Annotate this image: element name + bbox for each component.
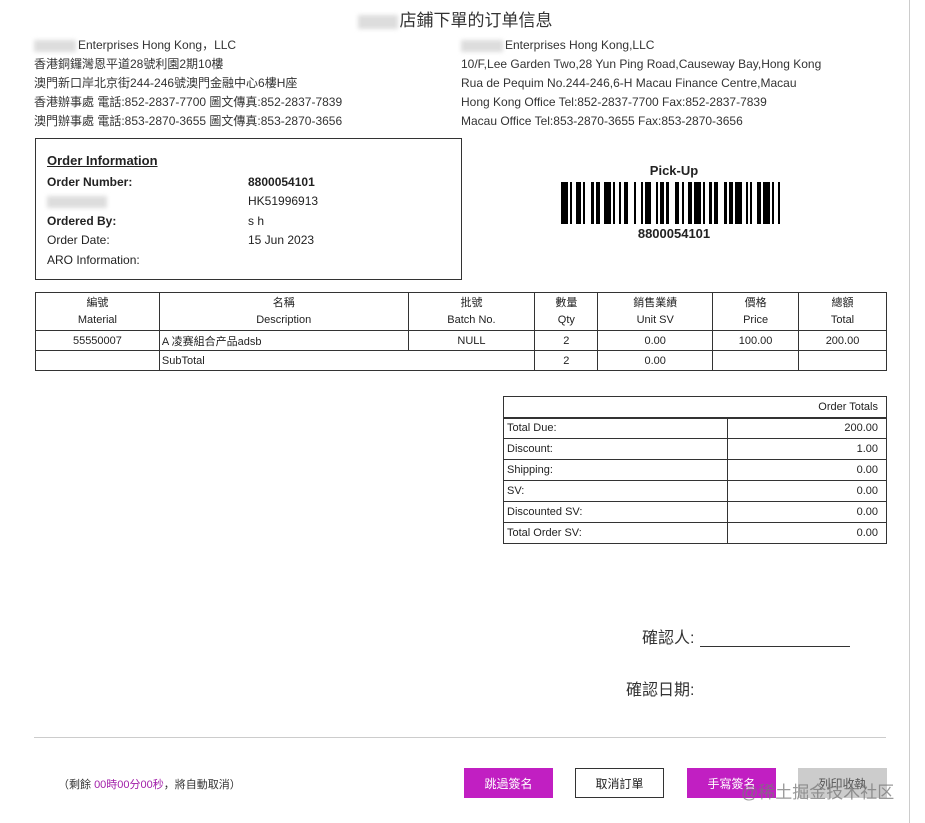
column-header-price: 價格 Price [712,292,800,331]
signature-line[interactable] [700,646,850,647]
footer-divider [34,737,886,738]
totals-row: Discount: 1.00 [502,438,887,460]
cell-price: 100.00 [712,330,800,351]
totals-row: Discounted SV: 0.00 [502,501,887,523]
cell-qty: 2 [534,330,599,351]
confirm-date-label: 確認日期: [626,682,695,699]
table-row: 55550007 A 凌赛組合产品adsb NULL 2 0.00 100.00… [35,330,887,351]
order-date-value: 15 Jun 2023 [248,233,315,248]
totals-label: Discounted SV: [502,501,729,523]
subtotal-qty: 2 [534,350,599,371]
redacted-label [47,194,248,209]
totals-label: SV: [502,480,729,502]
totals-row: SV: 0.00 [502,480,887,502]
address-line: 香港銅鑼灣恩平道28號利園2期10樓 [34,57,224,71]
address-line: Rua de Pequim No.244-246,6-H Macau Finan… [461,76,797,90]
order-information-heading: Order Information [47,153,158,168]
aro-label: ARO Information: [47,252,140,267]
address-line: Hong Kong Office Tel:852-2837-7700 Fax:8… [461,95,767,109]
totals-value: 200.00 [727,417,887,439]
cell-total: 200.00 [798,330,887,351]
address-line: 10/F,Lee Garden Two,28 Yun Ping Road,Cau… [461,57,822,71]
column-header-qty: 數量 Qty [534,292,599,331]
column-header-batch: 批號 Batch No. [407,292,536,331]
column-header-unit-sv: 銷售業績 Unit SV [597,292,714,331]
address-line: 澳門新口岸北京街244-246號澳門金融中心6樓H座 [34,76,298,90]
cell-description: A 凌赛組合产品adsb [158,330,409,351]
address-block-chinese: Enterprises Hong Kong，LLC 香港銅鑼灣恩平道28號利園2… [34,36,342,131]
barcode-number: 8800054101 [637,226,711,241]
totals-value: 0.00 [727,522,887,544]
skip-signature-button[interactable]: 跳過簽名 [464,768,553,798]
confirm-person-label: 確認人: [642,630,695,647]
aro-row: ARO Information: [47,250,450,270]
page-title: 店鋪下單的订单信息 [0,6,910,31]
ordered-by-label: Ordered By: [47,213,117,228]
column-header-material: 編號 Material [35,292,160,331]
order-date-label: Order Date: [47,233,110,248]
totals-label: Discount: [502,438,729,460]
totals-row: Total Order SV: 0.00 [502,522,887,544]
address-line: 香港辦事處 電話:852-2837-7700 圖文傳真:852-2837-783… [34,95,343,109]
subtotal-label: SubTotal [158,350,536,371]
order-information-box: Order Information Order Number: 88000541… [35,138,462,280]
totals-row: Shipping: 0.00 [502,459,887,481]
company-name-zh: Enterprises Hong Kong，LLC [34,36,342,55]
redacted-company-prefix [34,39,76,52]
order-number-row: Order Number: 8800054101 [47,172,450,192]
auto-cancel-countdown: （剩餘 00時00分00秒，將自動取消） [58,779,241,791]
cell-unit-sv: 0.00 [597,330,714,351]
cell-batch: NULL [407,330,536,351]
order-totals-heading: Order Totals [503,396,887,419]
barcode-image [561,182,787,224]
cancel-order-button[interactable]: 取消訂單 [575,768,664,798]
subtotal-row: SubTotal 2 0.00 [35,350,887,371]
countdown-timer: 00時00分00秒 [94,779,164,791]
cell-empty [712,350,800,371]
totals-label: Total Due: [502,417,729,439]
ordered-by-value: s h [248,213,265,228]
table-header-row: 編號 Material 名稱 Description 批號 Batch No. 數量 Q… [35,292,887,331]
address-line: Macau Office Tel:853-2870-3655 Fax:853-2… [461,114,743,128]
redacted-company-prefix [461,39,503,52]
barcode-bar [780,182,787,224]
pickup-section: Pick-Up 8800054101 [561,163,787,241]
watermark-text: @稀土掘金技术社区 [741,783,895,802]
cell-empty [798,350,887,371]
member-id-row: HK51996913 [47,192,450,212]
address-line: 澳門辦事處 電話:853-2870-3655 圖文傳真:853-2870-365… [34,114,343,128]
ordered-by-row: Ordered By: s h [47,211,450,231]
member-id-value: HK51996913 [248,194,319,209]
order-totals-table: Order Totals Total Due: 200.00 Discount: 1… [502,396,887,544]
column-header-total: 總額 Total [798,292,887,331]
order-number-value: 8800054101 [248,174,315,189]
order-totals-header: Order Totals [503,396,887,419]
totals-value: 0.00 [727,480,887,502]
cell-empty [35,350,160,371]
totals-value: 1.00 [727,438,887,460]
order-date-row: Order Date: 15 Jun 2023 [47,231,450,251]
column-header-description: 名稱 Description [158,292,409,331]
subtotal-unit-sv: 0.00 [597,350,714,371]
order-number-label: Order Number: [47,174,133,189]
cell-material: 55550007 [35,330,160,351]
redacted-store-name [357,14,398,29]
totals-value: 0.00 [727,459,887,481]
company-name-en: Enterprises Hong Kong,LLC [461,36,821,55]
order-items-table: 編號 Material 名稱 Description 批號 Batch No. 數量 Q… [35,292,887,371]
totals-label: Total Order SV: [502,522,729,544]
pickup-label: Pick-Up [649,163,699,178]
address-block-english: Enterprises Hong Kong,LLC 10/F,Lee Garde… [461,36,821,131]
totals-row: Total Due: 200.00 [502,417,887,439]
totals-label: Shipping: [502,459,729,481]
totals-value: 0.00 [727,501,887,523]
